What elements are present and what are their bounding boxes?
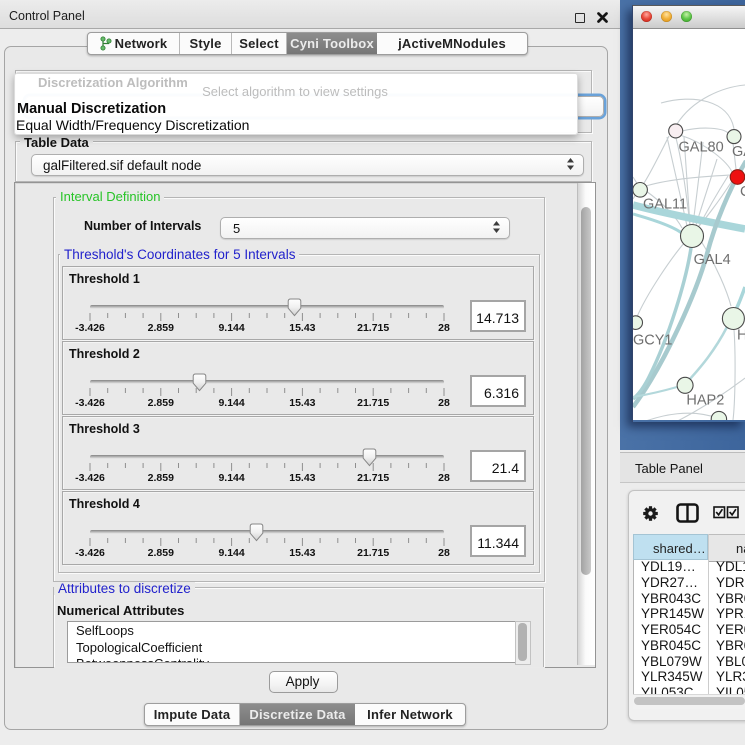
svg-text:GAL4: GAL4 bbox=[694, 252, 731, 268]
svg-text:HAP2: HAP2 bbox=[686, 393, 724, 409]
svg-text:H: H bbox=[737, 328, 745, 344]
svg-text:GA: GA bbox=[732, 144, 745, 160]
svg-text:C: C bbox=[740, 184, 745, 200]
svg-text:GCY1: GCY1 bbox=[633, 332, 673, 348]
svg-text:GAL11: GAL11 bbox=[643, 196, 687, 212]
svg-text:GAL80: GAL80 bbox=[679, 139, 724, 155]
